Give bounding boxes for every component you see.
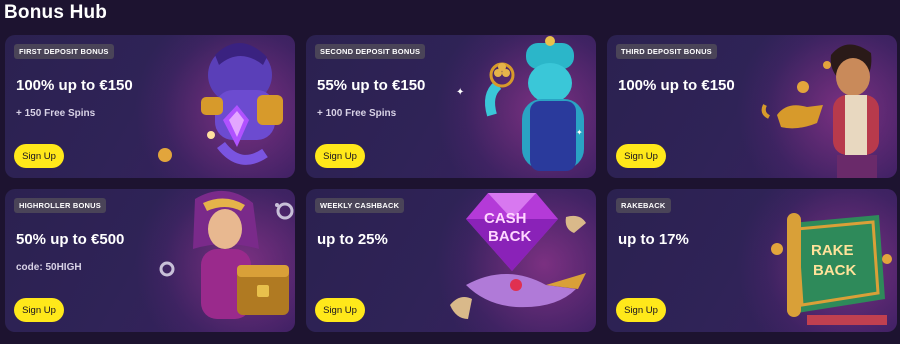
rakeback-carpet-illustration: RAKE BACK bbox=[771, 213, 892, 325]
bonus-grid: FIRST DEPOSIT BONUS 100% up to €150 + 15… bbox=[5, 35, 897, 332]
bonus-headline: up to 25% bbox=[317, 231, 388, 248]
bonus-card-first-deposit[interactable]: FIRST DEPOSIT BONUS 100% up to €150 + 15… bbox=[5, 35, 295, 178]
bonus-card-highroller[interactable]: HIGHROLLER BONUS 50% up to €500 code: 50… bbox=[5, 189, 295, 332]
bonus-card-weekly-cashback[interactable]: CASH BACK WEEKLY CASHBACK up to 25% Sign… bbox=[306, 189, 596, 332]
sign-up-button[interactable]: Sign Up bbox=[315, 298, 365, 322]
sign-up-button[interactable]: Sign Up bbox=[616, 298, 666, 322]
bonus-headline: 55% up to €150 bbox=[317, 77, 426, 94]
bonus-badge: SECOND DEPOSIT BONUS bbox=[315, 44, 426, 59]
sign-up-button[interactable]: Sign Up bbox=[315, 144, 365, 168]
svg-text:✦: ✦ bbox=[456, 87, 464, 98]
bonus-badge: RAKEBACK bbox=[616, 198, 671, 213]
bonus-headline: 50% up to €500 bbox=[16, 231, 125, 248]
bonus-card-second-deposit[interactable]: ✦ ✦ SECOND DEPOSIT BONUS 55% up to €150 … bbox=[306, 35, 596, 178]
page-title: Bonus Hub bbox=[4, 2, 108, 23]
blue-genie-illustration: ✦ ✦ bbox=[456, 36, 584, 171]
svg-text:✦: ✦ bbox=[576, 128, 583, 137]
aladdin-illustration bbox=[761, 44, 879, 178]
bonus-badge: WEEKLY CASHBACK bbox=[315, 198, 405, 213]
bonus-headline: up to 17% bbox=[618, 231, 689, 248]
sign-up-button[interactable]: Sign Up bbox=[14, 144, 64, 168]
sign-up-button[interactable]: Sign Up bbox=[616, 144, 666, 168]
rakeback-art-line-1: RAKE bbox=[811, 242, 854, 259]
cashback-art-line-1: CASH bbox=[484, 210, 527, 227]
bonus-subline: + 100 Free Spins bbox=[317, 108, 397, 119]
bonus-badge: THIRD DEPOSIT BONUS bbox=[616, 44, 717, 59]
bonus-headline: 100% up to €150 bbox=[16, 77, 133, 94]
bonus-headline: 100% up to €150 bbox=[618, 77, 735, 94]
bonus-card-rakeback[interactable]: RAKE BACK RAKEBACK up to 17% Sign Up bbox=[607, 189, 897, 332]
bonus-card-third-deposit[interactable]: THIRD DEPOSIT BONUS 100% up to €150 Sign… bbox=[607, 35, 897, 178]
princess-treasure-illustration bbox=[159, 190, 294, 319]
bonus-subline: code: 50HIGH bbox=[16, 262, 82, 273]
cashback-gem-illustration: CASH BACK bbox=[450, 193, 586, 319]
cashback-art-line-2: BACK bbox=[488, 228, 531, 245]
bonus-badge: FIRST DEPOSIT BONUS bbox=[14, 44, 114, 59]
genie-illustration bbox=[158, 42, 283, 165]
bonus-subline: + 150 Free Spins bbox=[16, 108, 96, 119]
sign-up-button[interactable]: Sign Up bbox=[14, 298, 64, 322]
bonus-badge: HIGHROLLER BONUS bbox=[14, 198, 106, 213]
rakeback-art-line-2: BACK bbox=[813, 262, 856, 279]
